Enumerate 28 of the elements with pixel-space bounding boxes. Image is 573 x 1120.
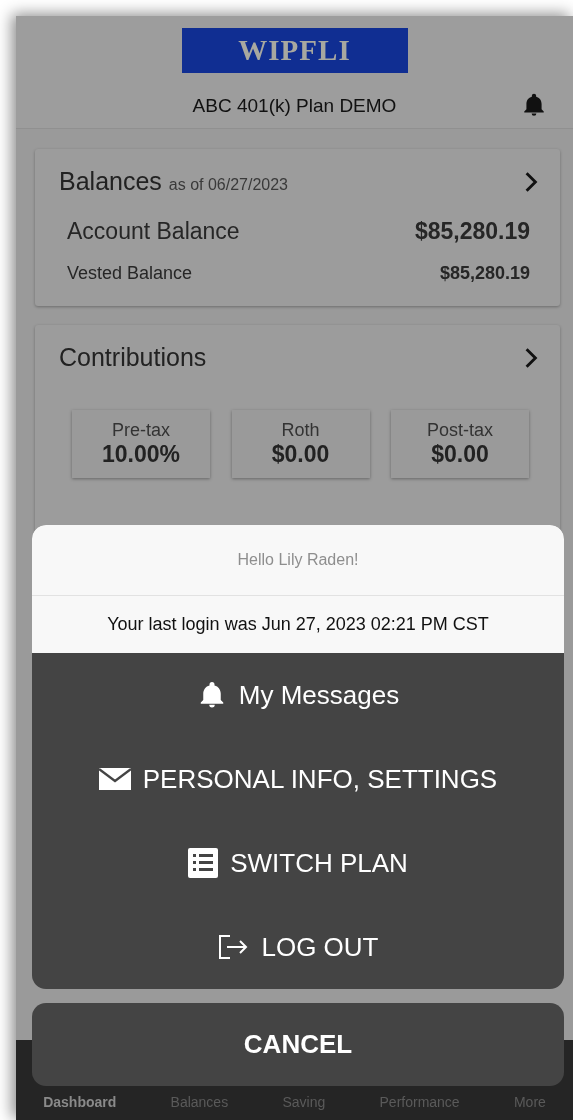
cancel-button[interactable]: CANCEL bbox=[32, 1003, 564, 1086]
chevron-right-icon[interactable] bbox=[524, 346, 538, 369]
plan-title: ABC 401(k) Plan DEMO bbox=[192, 95, 397, 117]
action-item[interactable]: LOG OUT bbox=[32, 905, 564, 989]
last-login-text: Your last login was Jun 27, 2023 02:21 PM CST bbox=[32, 596, 564, 653]
tab-item[interactable]: Dashboard bbox=[43, 1094, 117, 1110]
chevron-right-icon[interactable] bbox=[524, 170, 538, 193]
card-title: Contributions bbox=[59, 343, 207, 372]
envelope-icon bbox=[98, 768, 131, 790]
balance-label: Account Balance bbox=[67, 218, 240, 245]
tile-value: $0.00 bbox=[431, 441, 489, 468]
balances-card[interactable]: Balances as of 06/27/2023 Account Balance $85,280.19 Vested Balance $85,280.19 bbox=[35, 149, 560, 306]
card-title: Balances as of 06/27/2023 bbox=[59, 167, 288, 196]
list-icon bbox=[188, 848, 219, 878]
balance-label: Vested Balance bbox=[67, 263, 193, 284]
tile-value: 10.00% bbox=[102, 441, 180, 468]
logo: WIPFLI bbox=[181, 28, 408, 73]
tile-label: Roth bbox=[281, 420, 320, 441]
tile-value: $0.00 bbox=[271, 441, 330, 468]
balance-value: $85,280.19 bbox=[414, 218, 530, 245]
balance-value: $85,280.19 bbox=[439, 263, 530, 284]
action-item[interactable]: PERSONAL INFO, SETTINGS bbox=[32, 737, 564, 821]
tile-label: Pre-tax bbox=[112, 420, 170, 441]
bell-icon[interactable] bbox=[521, 92, 547, 118]
action-item[interactable]: SWITCH PLAN bbox=[32, 821, 564, 905]
logout-icon bbox=[217, 932, 250, 962]
tile-label: Post-tax bbox=[427, 420, 493, 441]
greeting-text: Hello Lily Raden! bbox=[32, 525, 564, 596]
